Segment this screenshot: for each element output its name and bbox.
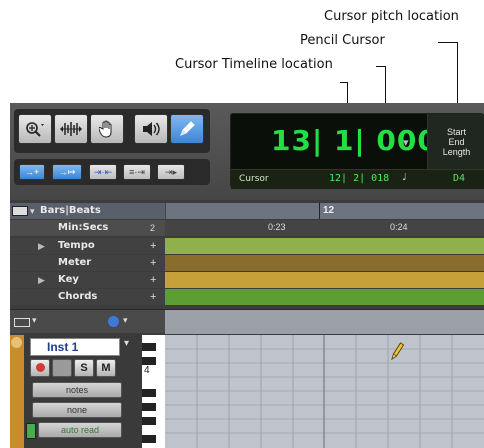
zoom-tool-icon bbox=[24, 121, 46, 137]
ruler-lane-tempo[interactable] bbox=[165, 238, 484, 254]
tracks-header: ▾ ▾ bbox=[10, 309, 484, 334]
track-inst-1: Inst 1 ▾ S M notes none auto read 4 bbox=[10, 335, 165, 448]
octave-label: 4 bbox=[144, 365, 150, 376]
track-ruler-lane bbox=[165, 310, 484, 334]
track-view-icon[interactable] bbox=[14, 318, 30, 327]
scrub-tool-button[interactable] bbox=[134, 114, 168, 144]
ruler-bars-beats: ▾ Bars|Beats 12 bbox=[10, 203, 484, 219]
bar-12-label: 12 bbox=[323, 205, 335, 216]
main-counter-value[interactable]: 13| 1| 000 bbox=[271, 124, 438, 157]
cursor-pitch-value: D4 bbox=[453, 173, 466, 184]
slip-mode-button[interactable]: →↦ bbox=[52, 164, 82, 180]
add-chord-button[interactable]: + bbox=[150, 289, 156, 305]
automation-track-selector[interactable]: none bbox=[32, 402, 122, 418]
expand-key-icon[interactable]: ▶ bbox=[38, 272, 45, 288]
main-counter: 13| 1| 000 ▾ Start End Length Cursor 12|… bbox=[230, 113, 484, 189]
black-key[interactable] bbox=[142, 435, 156, 443]
spot-mode-button[interactable]: ⇥·⇤ bbox=[89, 164, 117, 180]
ruler-lane-chords[interactable] bbox=[165, 289, 484, 305]
ruler-min-secs: Min:Secs 2 0:23 0:24 bbox=[10, 220, 484, 236]
expand-tempo-icon[interactable]: ▶ bbox=[38, 238, 45, 254]
collapse-track-icon[interactable] bbox=[11, 337, 22, 348]
time-left-label: 2 bbox=[150, 223, 156, 233]
start-label: Start bbox=[446, 126, 466, 137]
time-0-23-label: 0:23 bbox=[268, 222, 286, 232]
zoom-tool-button[interactable] bbox=[18, 114, 52, 144]
black-key[interactable] bbox=[142, 403, 156, 411]
piano-keyboard[interactable]: 4 bbox=[142, 335, 165, 448]
track-name-arrow[interactable]: ▾ bbox=[124, 338, 129, 349]
automation-mode-selector[interactable]: auto read bbox=[38, 422, 122, 438]
grid-icon: ≡·⇥ bbox=[129, 166, 145, 177]
black-key[interactable] bbox=[142, 389, 156, 397]
callout-cursor-timeline: Cursor Timeline location bbox=[175, 57, 333, 72]
black-key[interactable] bbox=[142, 343, 156, 351]
counter-format-dropdown[interactable]: ▾ bbox=[403, 136, 409, 149]
slip-icon: →↦ bbox=[58, 166, 76, 177]
speaker-icon bbox=[141, 121, 161, 137]
ruler-chords: Chords + bbox=[10, 289, 484, 305]
selection-indicators: Start End Length bbox=[427, 114, 484, 169]
timebase-arrow[interactable]: ▾ bbox=[123, 315, 128, 326]
callout-pencil-cursor: Pencil Cursor bbox=[300, 33, 385, 48]
ruler-meter: Meter + bbox=[10, 255, 484, 271]
midi-note-grid[interactable] bbox=[165, 335, 484, 448]
trim-tool-button[interactable] bbox=[54, 114, 88, 144]
end-label: End bbox=[448, 136, 465, 147]
black-key[interactable] bbox=[142, 417, 156, 425]
ruler-view-icon[interactable] bbox=[12, 206, 28, 216]
grabber-tool-button[interactable] bbox=[90, 114, 124, 144]
pencil-icon bbox=[178, 120, 196, 138]
cursor-timeline-value: 12| 2| 018 bbox=[329, 173, 390, 184]
link-icon: ⇥▸ bbox=[164, 166, 178, 177]
arrows-icon: →+ bbox=[24, 167, 40, 177]
track-name[interactable]: Inst 1 bbox=[30, 338, 120, 356]
ruler-key: ▶ Key + bbox=[10, 272, 484, 288]
trim-tool-icon bbox=[59, 121, 83, 137]
clock-icon[interactable] bbox=[108, 316, 119, 327]
link-button[interactable]: ⇥▸ bbox=[157, 164, 185, 180]
leader-pitch-h bbox=[438, 42, 458, 43]
solo-button[interactable]: S bbox=[74, 359, 94, 377]
length-label: Length bbox=[442, 146, 471, 157]
record-icon bbox=[35, 363, 45, 372]
callout-cursor-pitch: Cursor pitch location bbox=[324, 9, 459, 24]
pro-tools-edit-window: →+ →↦ ⇥·⇤ ≡·⇥ ⇥▸ 13| 1| 000 ▾ Start End … bbox=[10, 103, 484, 448]
ruler-tempo: ▶ Tempo + bbox=[10, 238, 484, 254]
add-key-button[interactable]: + bbox=[150, 272, 156, 288]
cursor-label: Cursor bbox=[239, 174, 269, 184]
grid-lines bbox=[165, 335, 484, 448]
track-view-arrow[interactable]: ▾ bbox=[32, 315, 37, 326]
ruler-lane-min-secs[interactable]: 0:23 0:24 bbox=[165, 220, 484, 236]
add-tempo-button[interactable]: + bbox=[150, 238, 156, 254]
ruler-lane-bars-beats[interactable]: 12 bbox=[165, 203, 484, 219]
pencil-cursor-icon bbox=[389, 341, 405, 366]
ruler-lane-meter[interactable] bbox=[165, 255, 484, 271]
time-0-24-label: 0:24 bbox=[390, 222, 408, 232]
spot-icon: ⇥·⇤ bbox=[93, 166, 113, 177]
track-color-strip bbox=[10, 335, 24, 448]
grid-mode-button[interactable]: ≡·⇥ bbox=[123, 164, 151, 180]
ruler-menu-arrow[interactable]: ▾ bbox=[30, 203, 35, 219]
add-meter-button[interactable]: + bbox=[150, 255, 156, 271]
hand-icon bbox=[99, 120, 115, 138]
record-enable-button[interactable] bbox=[30, 359, 50, 377]
toolbar: →+ →↦ ⇥·⇤ ≡·⇥ ⇥▸ 13| 1| 000 ▾ Start End … bbox=[10, 103, 484, 200]
automation-icon[interactable] bbox=[26, 423, 36, 439]
pencil-tool-button[interactable] bbox=[170, 114, 204, 144]
track-view-selector[interactable]: notes bbox=[32, 382, 122, 398]
bar-marker bbox=[319, 203, 320, 219]
note-icon: ♩ bbox=[401, 172, 408, 183]
ruler-lane-key[interactable] bbox=[165, 272, 484, 288]
input-monitor-button[interactable] bbox=[52, 359, 72, 377]
shuffle-mode-button[interactable]: →+ bbox=[19, 164, 45, 180]
cursor-info-row: Cursor 12| 2| 018 ♩ D4 bbox=[231, 169, 484, 189]
mute-button[interactable]: M bbox=[96, 359, 116, 377]
black-key[interactable] bbox=[142, 357, 156, 365]
